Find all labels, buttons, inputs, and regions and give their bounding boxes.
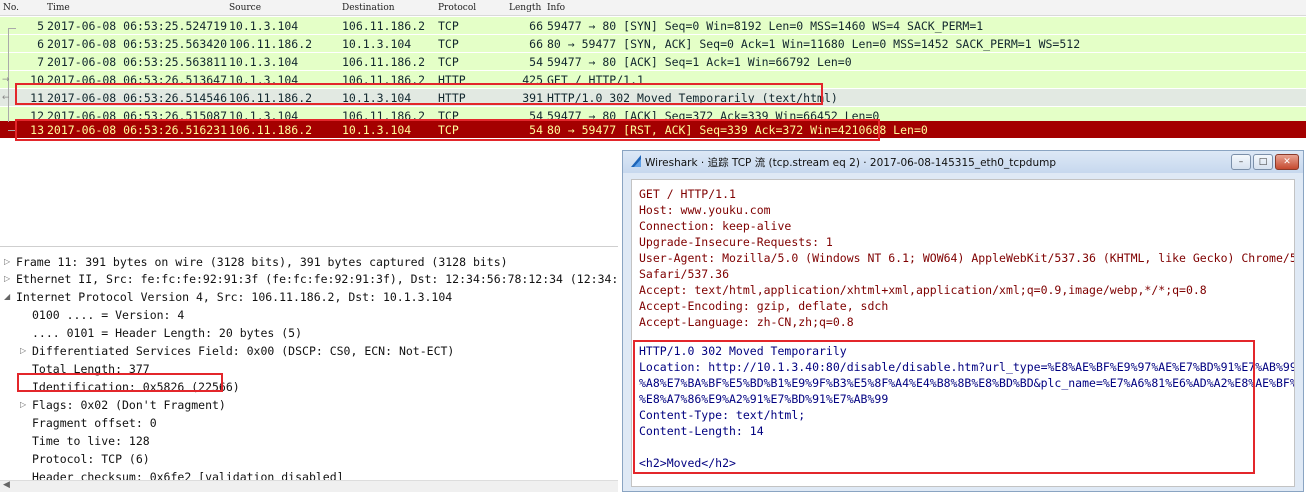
conversation-tick — [8, 28, 16, 29]
wireshark-fin-icon — [631, 155, 641, 167]
cell-no: 13 — [30, 123, 44, 137]
cell-destination: 10.1.3.104 — [342, 91, 412, 105]
cell-info: HTTP/1.0 302 Moved Temporarily (text/htm… — [547, 91, 838, 105]
cell-length: 66 — [529, 19, 543, 33]
cell-length: 391 — [522, 91, 543, 105]
cell-time: 2017-06-08 06:53:25.563420 — [47, 37, 228, 51]
cell-info: 59477 → 80 [SYN] Seq=0 Win=8192 Len=0 MS… — [547, 19, 984, 33]
minimize-button[interactable]: – — [1231, 154, 1251, 170]
col-header-no[interactable]: No. — [3, 3, 19, 13]
cell-length: 425 — [522, 73, 543, 87]
expand-arrow-icon[interactable]: ▷ — [20, 396, 26, 414]
cell-destination: 10.1.3.104 — [342, 123, 412, 137]
cell-info: 59477 → 80 [ACK] Seq=1 Ack=1 Win=66792 L… — [547, 55, 852, 69]
client-line: Accept: text/html,application/xhtml+xml,… — [639, 283, 1207, 297]
cell-destination: 106.11.186.2 — [342, 55, 426, 69]
client-line: GET / HTTP/1.1 — [639, 187, 736, 201]
packet-row[interactable]: 10 2017-06-08 06:53:26.513647 10.1.3.104… — [0, 71, 1306, 89]
col-header-time[interactable]: Time — [47, 3, 70, 13]
cell-no: 11 — [30, 91, 44, 105]
cell-time: 2017-06-08 06:53:26.514546 — [47, 91, 228, 105]
cell-protocol: TCP — [438, 19, 459, 33]
details-horizontal-scrollbar[interactable]: ◀ — [0, 480, 618, 492]
packet-list-header: No. Time Source Destination Protocol Len… — [0, 0, 1306, 16]
maximize-button[interactable]: □ — [1253, 154, 1273, 170]
cell-destination: 10.1.3.104 — [342, 37, 412, 51]
cell-length: 54 — [529, 55, 543, 69]
response-arrow-icon: ← — [2, 93, 10, 103]
cell-source: 106.11.186.2 — [229, 37, 313, 51]
packet-row[interactable]: 6 2017-06-08 06:53:25.563420 106.11.186.… — [0, 35, 1306, 53]
cell-info: 80 → 59477 [SYN, ACK] Seq=0 Ack=1 Win=11… — [547, 37, 1081, 51]
server-line: Location: http://10.1.3.40:80/disable/di… — [639, 360, 1295, 374]
close-button[interactable]: ✕ — [1275, 154, 1299, 170]
cell-no: 5 — [37, 19, 44, 33]
packet-row-selected[interactable]: 11 2017-06-08 06:53:26.514546 106.11.186… — [0, 89, 1306, 107]
cell-protocol: HTTP — [438, 91, 466, 105]
cell-source: 106.11.186.2 — [229, 91, 313, 105]
cell-destination: 106.11.186.2 — [342, 19, 426, 33]
request-arrow-icon: → — [2, 75, 10, 85]
client-line: Accept-Encoding: gzip, deflate, sdch — [639, 299, 889, 313]
server-line: %E8%A7%86%E9%A2%91%E7%BD%91%E7%AB%99 — [639, 392, 889, 406]
server-line: <h2>Moved</h2> — [639, 456, 736, 470]
client-line: Host: www.youku.com — [639, 203, 771, 217]
cell-time: 2017-06-08 06:53:25.563811 — [47, 55, 228, 69]
server-line: %A8%E7%BA%BF%E5%BD%B1%E9%9F%B3%E5%8F%A4%… — [639, 376, 1295, 390]
cell-time: 2017-06-08 06:53:25.524719 — [47, 19, 228, 33]
cell-no: 10 — [30, 73, 44, 87]
follow-tcp-stream-window[interactable]: Wireshark · 追踪 TCP 流 (tcp.stream eq 2) ·… — [622, 150, 1304, 492]
scroll-left-icon[interactable]: ◀ — [3, 480, 10, 490]
cell-info: GET / HTTP/1.1 — [547, 73, 644, 87]
window-title: Wireshark · 追踪 TCP 流 (tcp.stream eq 2) ·… — [645, 157, 1057, 169]
stream-content[interactable]: GET / HTTP/1.1 Host: www.youku.com Conne… — [631, 179, 1295, 487]
cell-source: 10.1.3.104 — [229, 55, 299, 69]
expand-arrow-icon[interactable]: ▷ — [20, 342, 26, 360]
packet-row-rst[interactable]: 13 2017-06-08 06:53:26.516231 106.11.186… — [0, 121, 1306, 139]
cell-no: 6 — [37, 37, 44, 51]
expand-arrow-icon[interactable]: ▷ — [4, 270, 10, 288]
cell-time: 2017-06-08 06:53:26.516231 — [47, 123, 228, 137]
cell-source: 10.1.3.104 — [229, 19, 299, 33]
client-line: Accept-Language: zh-CN,zh;q=0.8 — [639, 315, 854, 329]
cell-length: 66 — [529, 37, 543, 51]
cell-source: 10.1.3.104 — [229, 73, 299, 87]
server-line: Content-Type: text/html; — [639, 408, 806, 422]
conversation-tick — [8, 130, 16, 131]
server-line: Content-Length: 14 — [639, 424, 764, 438]
packet-row[interactable]: 7 2017-06-08 06:53:25.563811 10.1.3.104 … — [0, 53, 1306, 71]
col-header-info[interactable]: Info — [547, 3, 565, 13]
cell-protocol: TCP — [438, 37, 459, 51]
cell-protocol: TCP — [438, 123, 459, 137]
col-header-length[interactable]: Length — [509, 3, 541, 13]
client-line: User-Agent: Mozilla/5.0 (Windows NT 6.1;… — [639, 251, 1294, 265]
server-line: HTTP/1.0 302 Moved Temporarily — [639, 344, 847, 358]
cell-time: 2017-06-08 06:53:26.513647 — [47, 73, 228, 87]
collapse-arrow-icon[interactable]: ◢ — [4, 288, 10, 306]
cell-destination: 106.11.186.2 — [342, 73, 426, 87]
packet-details[interactable]: ▷ Frame 11: 391 bytes on wire (3128 bits… — [0, 246, 618, 484]
client-line: Connection: keep-alive — [639, 219, 792, 233]
packet-row[interactable]: 5 2017-06-08 06:53:25.524719 10.1.3.104 … — [0, 17, 1306, 35]
col-header-destination[interactable]: Destination — [342, 3, 395, 13]
col-header-source[interactable]: Source — [229, 3, 261, 13]
cell-length: 54 — [529, 123, 543, 137]
cell-info: 80 → 59477 [RST, ACK] Seq=339 Ack=372 Wi… — [547, 123, 928, 137]
client-line: Upgrade-Insecure-Requests: 1 — [639, 235, 833, 249]
col-header-protocol[interactable]: Protocol — [438, 3, 476, 13]
cell-protocol: TCP — [438, 55, 459, 69]
cell-source: 106.11.186.2 — [229, 123, 313, 137]
expand-arrow-icon[interactable]: ▷ — [4, 253, 10, 271]
cell-no: 7 — [37, 55, 44, 69]
window-titlebar[interactable]: Wireshark · 追踪 TCP 流 (tcp.stream eq 2) ·… — [623, 151, 1303, 173]
client-line: Safari/537.36 — [639, 267, 730, 281]
cell-protocol: HTTP — [438, 73, 466, 87]
